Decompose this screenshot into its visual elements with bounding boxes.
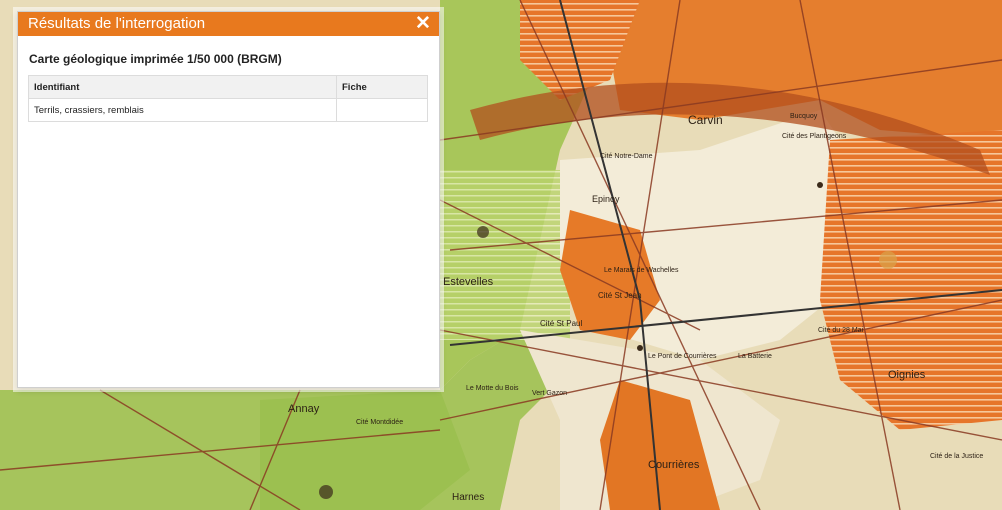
place-label: Cité des Plantigeons	[782, 133, 847, 140]
popup-body: Carte géologique imprimée 1/50 000 (BRGM…	[18, 36, 439, 122]
place-label: Annay	[288, 403, 320, 415]
place-label: Cité de la Justice	[930, 453, 983, 460]
place-label: Le Marais de Wachelles	[604, 267, 679, 274]
place-label: Cité Notre-Dame	[600, 153, 653, 160]
place-label: Cité Montdidée	[356, 419, 403, 426]
place-label: Cité St Paul	[540, 319, 582, 328]
popup-title: Résultats de l'interrogation	[28, 15, 206, 32]
place-label: Bucquoy	[790, 113, 818, 120]
layer-title: Carte géologique imprimée 1/50 000 (BRGM…	[29, 52, 282, 66]
place-label: La Batterie	[738, 353, 772, 360]
place-label: Cité St Jean	[598, 291, 642, 300]
place-label: Cité du 28 Mai	[818, 327, 864, 334]
results-table: Identifiant Fiche Terrils, crassiers, re…	[28, 75, 428, 122]
popup-header: Résultats de l'interrogation ✕	[18, 12, 439, 36]
place-label: Le Pont de Courrières	[648, 353, 717, 360]
place-label: Estevelles	[443, 276, 494, 288]
close-icon[interactable]: ✕	[415, 13, 431, 35]
place-label: Harnes	[452, 492, 484, 503]
place-label: Le Motte du Bois	[466, 385, 519, 392]
column-header-fiche: Fiche	[336, 75, 428, 99]
map-zone-orange-stripes	[820, 130, 1002, 430]
place-label: Oignies	[888, 369, 926, 381]
place-label: Courrières	[648, 459, 700, 471]
query-results-popup: Résultats de l'interrogation ✕ Carte géo…	[17, 11, 440, 388]
cell-fiche[interactable]	[336, 98, 428, 122]
table-header-row: Identifiant Fiche	[28, 75, 428, 99]
place-label: Carvin	[688, 113, 723, 127]
cell-identifiant: Terrils, crassiers, remblais	[28, 98, 337, 122]
place-label: Vert Gazon	[532, 390, 567, 397]
column-header-identifiant: Identifiant	[28, 75, 337, 99]
place-label: Epinoy	[592, 194, 620, 204]
table-row[interactable]: Terrils, crassiers, remblais	[28, 98, 428, 122]
